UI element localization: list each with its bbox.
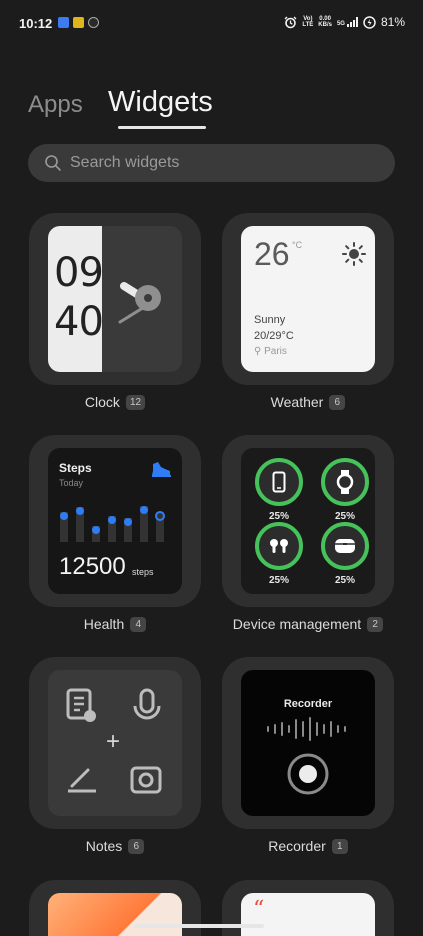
widget-label-notes: Notes 6 — [29, 838, 201, 854]
app-notification-icon — [88, 17, 99, 28]
status-time: 10:12 — [19, 16, 53, 31]
widget-weather[interactable]: 26 °C Sunny 20/29°C ⚲ Paris — [222, 213, 394, 385]
clock-preview: 09 40 — [48, 226, 182, 372]
search-input[interactable] — [70, 154, 350, 172]
weather-unit: °C — [292, 240, 303, 250]
widget-label-clock: Clock 12 — [29, 394, 201, 410]
alarm-icon — [284, 16, 297, 28]
health-title: Steps — [59, 461, 92, 475]
health-steps-value: 12500 — [59, 553, 126, 580]
weather-condition: Sunny — [254, 314, 286, 326]
status-bar: 10:12 Vo) LTE 0.00 KB/s 5G 81% — [0, 0, 423, 48]
active-tab-indicator — [118, 126, 206, 129]
widget-notes[interactable]: + — [29, 657, 201, 829]
widget-device-management[interactable]: 25% 25% 25% 25% — [222, 435, 394, 607]
widget-label-weather: Weather 6 — [222, 394, 394, 410]
device-watch: 25% — [321, 458, 369, 522]
clock-hands-icon — [118, 282, 161, 324]
quote-icon: “ — [253, 897, 265, 922]
volte-indicator: Vo) LTE — [302, 16, 314, 28]
earbuds-icon — [270, 539, 288, 553]
watch-icon — [336, 470, 354, 494]
weather-temp: 26 — [254, 236, 290, 272]
shoe-icon — [152, 462, 171, 477]
device-earbuds-case: 25% — [321, 522, 369, 586]
tab-apps[interactable]: Apps — [28, 91, 83, 119]
health-steps-unit: steps — [132, 567, 154, 577]
earbuds-case-icon — [335, 539, 355, 553]
widget-label-device-management: Device management 2 — [222, 616, 394, 632]
recorder-title: Recorder — [283, 698, 333, 710]
widget-count-badge: 4 — [130, 616, 147, 632]
widget-count-badge: 2 — [367, 616, 384, 632]
device-phone: 25% — [255, 458, 303, 522]
widget-count-badge: 6 — [128, 838, 145, 854]
status-right-icons: Vo) LTE 0.00 KB/s 5G 81% — [284, 15, 405, 29]
record-button-icon — [287, 753, 329, 795]
sun-icon — [342, 242, 366, 266]
battery-charging-icon — [363, 15, 376, 29]
signal-icon: 5G — [337, 17, 358, 27]
plus-icon: + — [106, 728, 121, 755]
location-pin-icon: ⚲ — [254, 346, 265, 357]
camera-scan-icon — [130, 766, 162, 794]
search-icon — [45, 155, 61, 171]
clock-hour: 09 — [54, 250, 104, 296]
widget-recorder[interactable]: Recorder — [222, 657, 394, 829]
home-indicator[interactable] — [134, 924, 264, 928]
search-bar[interactable] — [28, 144, 395, 182]
steps-bar-chart — [60, 506, 165, 542]
pen-icon — [68, 768, 96, 793]
weather-city: ⚲ Paris — [254, 346, 287, 357]
microphone-icon — [133, 688, 161, 720]
device-earbuds: 25% — [255, 522, 303, 586]
widget-health[interactable]: Steps Today 12500 steps — [29, 435, 201, 607]
waveform-icon — [267, 717, 346, 741]
weather-preview: 26 °C Sunny 20/29°C ⚲ Paris — [241, 226, 375, 372]
widget-clock[interactable]: 09 40 — [29, 213, 201, 385]
clock-minute: 40 — [54, 299, 104, 345]
app-notification-icon — [73, 17, 84, 28]
note-document-icon — [66, 688, 96, 722]
phone-icon — [272, 471, 286, 493]
widget-label-health: Health 4 — [29, 616, 201, 632]
app-notification-icon — [58, 17, 69, 28]
battery-level: 81% — [380, 15, 405, 29]
device-preview: 25% 25% 25% 25% — [241, 448, 375, 594]
health-subtitle: Today — [59, 478, 84, 488]
health-preview: Steps Today 12500 steps — [48, 448, 182, 594]
widget-label-recorder: Recorder 1 — [222, 838, 394, 854]
tab-widgets[interactable]: Widgets — [108, 86, 213, 119]
notes-preview: + — [48, 670, 182, 816]
recorder-preview: Recorder — [241, 670, 375, 816]
widget-count-badge: 6 — [329, 394, 346, 410]
widget-count-badge: 1 — [331, 838, 348, 854]
network-speed: 0.00 KB/s — [318, 16, 332, 28]
widget-count-badge: 12 — [125, 394, 146, 410]
weather-range: 20/29°C — [254, 330, 294, 342]
